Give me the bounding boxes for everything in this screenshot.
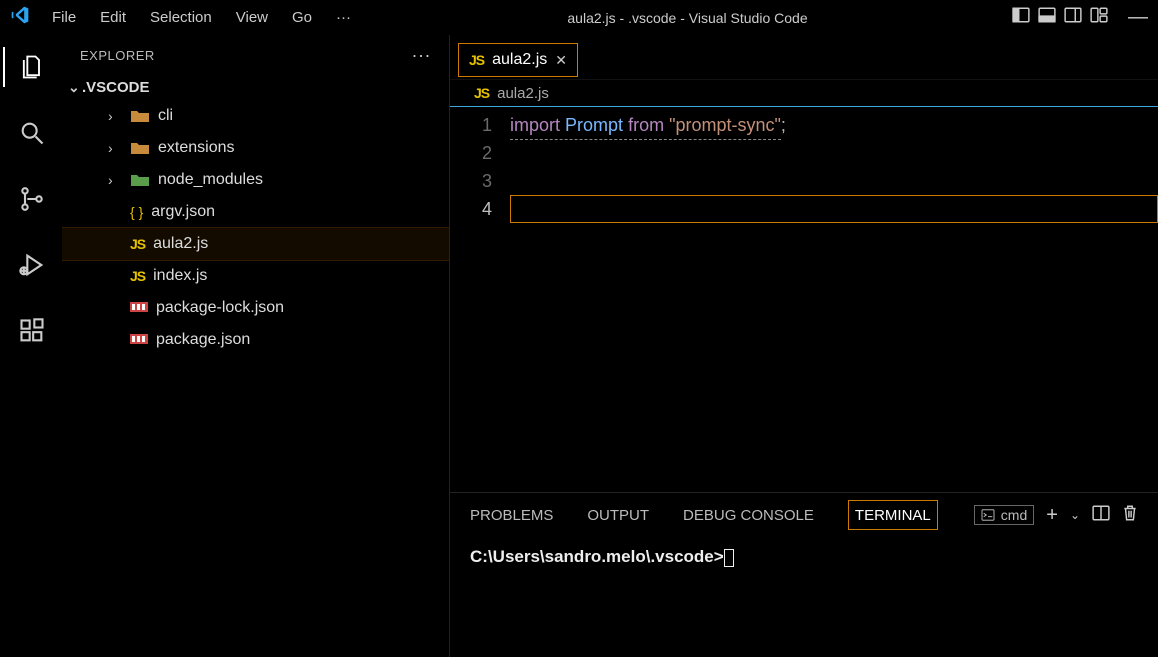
menu-edit[interactable]: Edit	[88, 5, 138, 30]
js-file-icon: JS	[130, 236, 145, 252]
menu-view[interactable]: View	[224, 5, 280, 30]
chevron-right-icon: ›	[108, 108, 122, 124]
tree-item-label: cli	[158, 107, 173, 125]
sidebar-title: EXPLORER	[80, 48, 155, 63]
terminal-profile-label: cmd	[1001, 507, 1027, 523]
layout-secondary-sidebar-icon[interactable]	[1064, 6, 1082, 29]
chevron-right-icon: ›	[108, 140, 122, 156]
breadcrumb[interactable]: JS aula2.js	[450, 79, 1158, 107]
layout-primary-sidebar-icon[interactable]	[1012, 6, 1030, 29]
panel-tab-debug-console[interactable]: DEBUG CONSOLE	[683, 500, 814, 530]
panel-tab-problems[interactable]: PROBLEMS	[470, 500, 553, 530]
tree-root[interactable]: ⌄ .VSCODE	[62, 75, 449, 100]
terminal-output[interactable]: C:\Users\sandro.melo\.vscode>	[450, 537, 1158, 657]
minimize-icon[interactable]: —	[1128, 6, 1148, 29]
split-terminal-icon[interactable]	[1092, 505, 1110, 525]
tree-root-label: .VSCODE	[82, 79, 150, 96]
activity-search-icon[interactable]	[3, 113, 59, 153]
activity-bar	[0, 35, 62, 657]
terminal-prompt: C:\Users\sandro.melo\.vscode>	[470, 547, 724, 566]
tree-item-package-json[interactable]: package.json	[62, 324, 449, 356]
tree-item-label: aula2.js	[153, 235, 208, 253]
code-editor[interactable]: 1 2 3 4 import Prompt from "prompt-sync"…	[450, 107, 1158, 492]
bottom-panel: PROBLEMS OUTPUT DEBUG CONSOLE TERMINAL c…	[450, 492, 1158, 657]
tree-item-index-js[interactable]: JS index.js	[62, 260, 449, 292]
close-icon[interactable]: ✕	[555, 52, 567, 69]
chevron-right-icon: ›	[108, 172, 122, 188]
npm-file-icon	[130, 334, 148, 347]
terminal-profile-selector[interactable]: cmd	[974, 505, 1034, 525]
js-file-icon: JS	[130, 268, 145, 284]
menu-go[interactable]: Go	[280, 5, 324, 30]
tree-item-argv-json[interactable]: { } argv.json	[62, 196, 449, 228]
tree-item-label: package.json	[156, 331, 250, 349]
panel-tab-terminal[interactable]: TERMINAL	[848, 500, 938, 530]
folder-icon	[130, 108, 150, 124]
tree-item-aula2-js[interactable]: JS aula2.js	[62, 228, 449, 260]
tree-item-label: extensions	[158, 139, 235, 157]
layout-controls	[1012, 6, 1108, 29]
new-terminal-icon[interactable]: +	[1046, 504, 1058, 527]
chevron-down-icon: ⌄	[68, 79, 82, 96]
folder-icon	[130, 140, 150, 156]
menu-overflow-icon[interactable]: ···	[324, 5, 363, 30]
tabs-bar: JS aula2.js ✕	[450, 35, 1158, 79]
menu-file[interactable]: File	[40, 5, 88, 30]
activity-run-debug-icon[interactable]	[3, 245, 59, 285]
tree-item-extensions[interactable]: › extensions	[62, 132, 449, 164]
activity-source-control-icon[interactable]	[3, 179, 59, 219]
tree-item-package-lock-json[interactable]: package-lock.json	[62, 292, 449, 324]
breadcrumb-label: aula2.js	[497, 85, 549, 102]
tab-aula2[interactable]: JS aula2.js ✕	[458, 43, 578, 77]
menu-bar: File Edit Selection View Go ···	[40, 5, 363, 30]
js-file-icon: JS	[474, 85, 489, 101]
activity-extensions-icon[interactable]	[3, 311, 59, 351]
layout-panel-icon[interactable]	[1038, 6, 1056, 29]
terminal-dropdown-icon[interactable]: ⌄	[1070, 508, 1080, 522]
tree-item-node_modules[interactable]: › node_modules	[62, 164, 449, 196]
vscode-logo-icon	[10, 5, 30, 30]
panel-tab-output[interactable]: OUTPUT	[587, 500, 649, 530]
folder-icon	[130, 172, 150, 188]
titlebar: File Edit Selection View Go ··· aula2.js…	[0, 0, 1158, 35]
tree-item-label: package-lock.json	[156, 299, 284, 317]
kill-terminal-icon[interactable]	[1122, 504, 1138, 526]
file-tree: ⌄ .VSCODE › cli › extensions › node_modules { …	[62, 75, 449, 657]
json-file-icon: { }	[130, 204, 143, 220]
layout-customize-icon[interactable]	[1090, 6, 1108, 29]
tree-item-cli[interactable]: › cli	[62, 100, 449, 132]
tree-item-label: index.js	[153, 267, 207, 285]
line-gutter: 1 2 3 4	[450, 111, 510, 492]
code-content[interactable]: import Prompt from "prompt-sync";	[510, 111, 1158, 492]
terminal-cursor	[724, 549, 734, 567]
npm-file-icon	[130, 302, 148, 315]
menu-selection[interactable]: Selection	[138, 5, 224, 30]
window-title: aula2.js - .vscode - Visual Studio Code	[363, 10, 1012, 26]
js-file-icon: JS	[469, 52, 484, 68]
sidebar-more-icon[interactable]: ···	[412, 45, 431, 66]
tree-item-label: node_modules	[158, 171, 263, 189]
sidebar-explorer: EXPLORER ··· ⌄ .VSCODE › cli › extensions › n…	[62, 35, 450, 657]
tree-item-label: argv.json	[151, 203, 215, 221]
tab-label: aula2.js	[492, 51, 547, 69]
activity-explorer-icon[interactable]	[3, 47, 59, 87]
editor-area: JS aula2.js ✕ JS aula2.js 1 2 3 4 import…	[450, 35, 1158, 657]
